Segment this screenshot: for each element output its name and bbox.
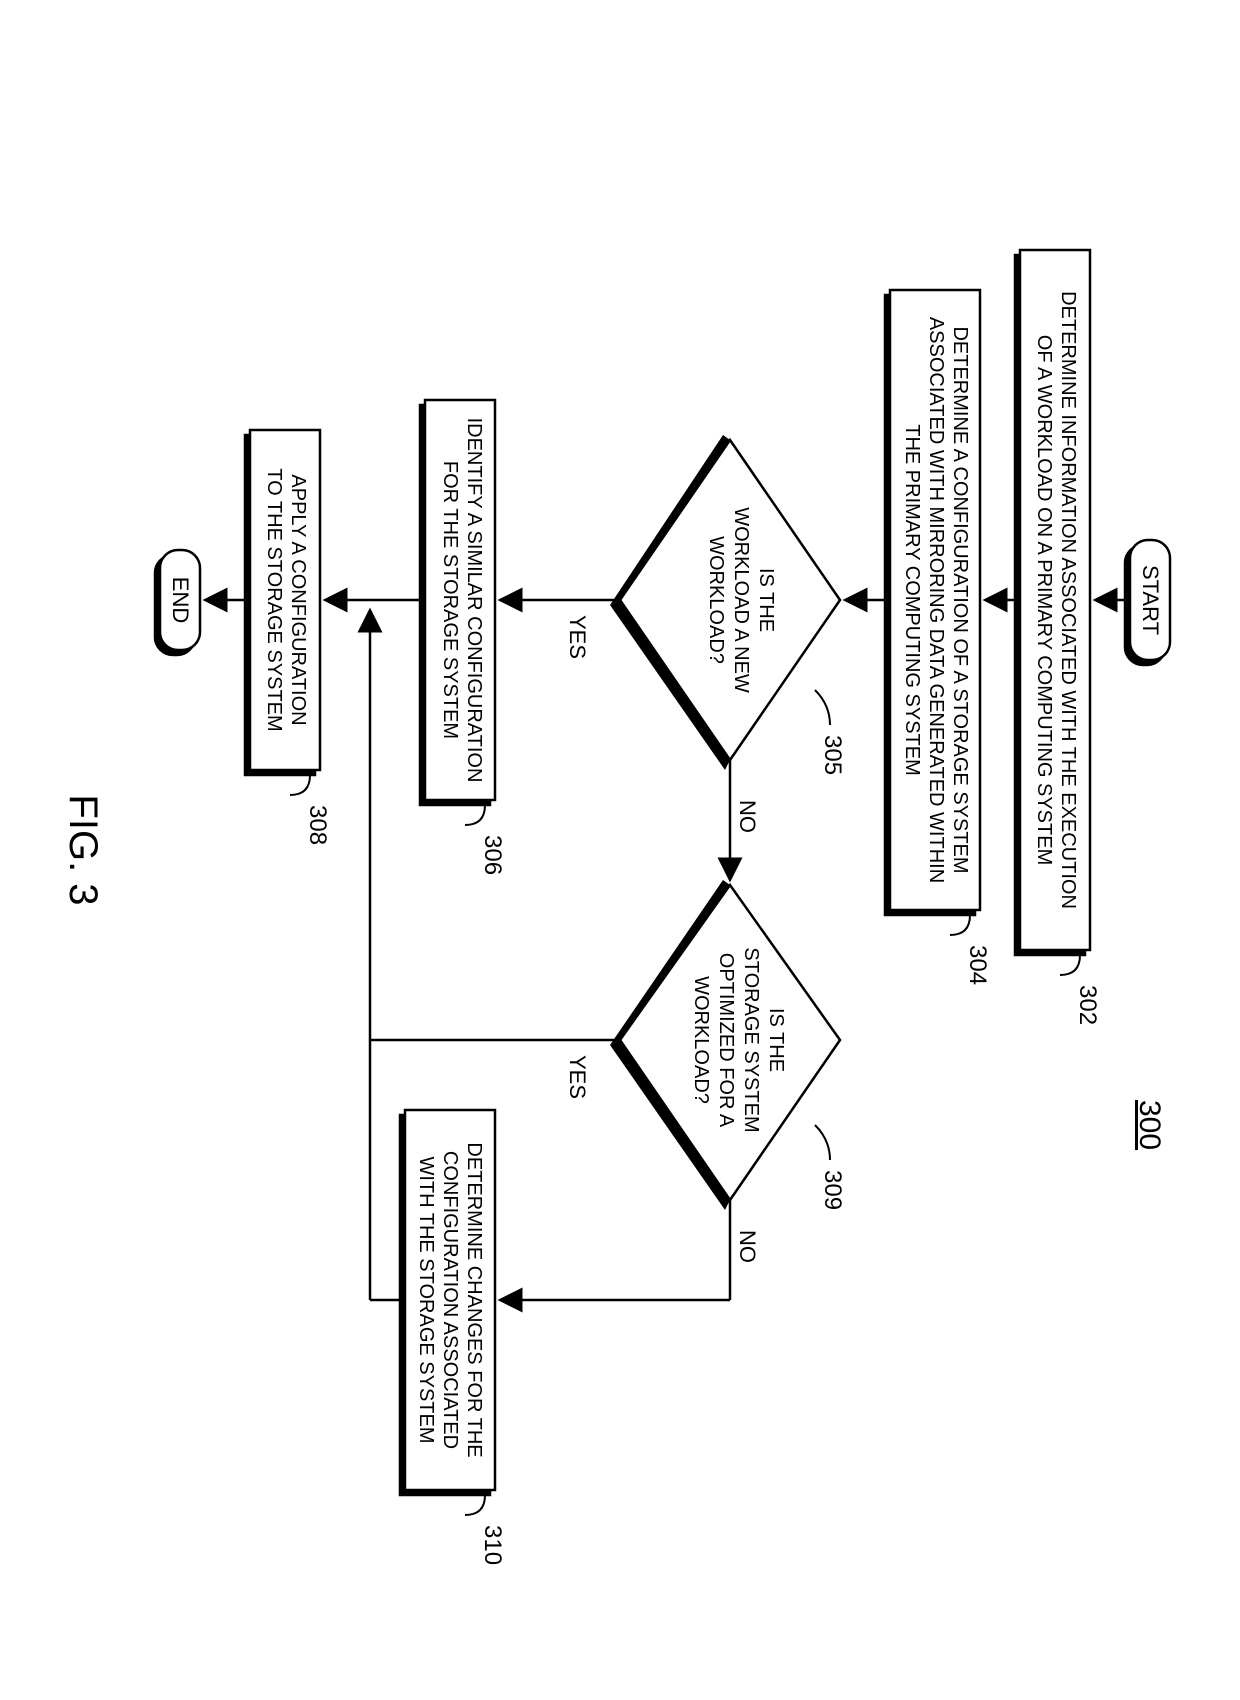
- end-label: END: [168, 577, 193, 623]
- step-308-l2: TO THE STORAGE SYSTEM: [263, 468, 285, 731]
- step-306-l1: IDENTIFY A SIMILAR CONFIGURATION: [463, 418, 485, 783]
- label-304: 304: [964, 945, 991, 985]
- label-306: 306: [479, 835, 506, 875]
- dec305-l3: WORKLOAD?: [705, 536, 727, 664]
- label-302: 302: [1074, 985, 1101, 1025]
- leader-305: [815, 690, 830, 725]
- dec309-l3: OPTIMIZED FOR A: [715, 953, 737, 1128]
- step-302-line1: DETERMINE INFORMATION ASSOCIATED WITH TH…: [1057, 291, 1079, 909]
- leader-306: [465, 805, 485, 825]
- leader-308: [290, 775, 310, 795]
- page: 300 START DETERMINE INFORMATION ASSOCIAT…: [0, 0, 1240, 1699]
- label-310: 310: [479, 1525, 506, 1565]
- figure-caption: FIG. 3: [61, 794, 105, 905]
- step-310-l3: WITH THE STORAGE SYSTEM: [415, 1156, 437, 1443]
- flowchart-svg: 300 START DETERMINE INFORMATION ASSOCIAT…: [20, 0, 1220, 1700]
- leader-302: [1060, 955, 1080, 975]
- step-310-l1: DETERMINE CHANGES FOR THE: [463, 1142, 485, 1457]
- label-309: 309: [819, 1170, 846, 1210]
- dec309-l1: IS THE: [765, 1008, 787, 1072]
- start-label: START: [1138, 565, 1163, 635]
- dec305-l1: IS THE: [755, 568, 777, 632]
- leader-309: [815, 1125, 830, 1160]
- label-309-yes: YES: [565, 1055, 590, 1099]
- label-305-no: NO: [735, 800, 760, 833]
- step-310-l2: CONFIGURATION ASSOCIATED: [439, 1151, 461, 1449]
- leader-310: [465, 1495, 485, 1515]
- step-306-l2: FOR THE STORAGE SYSTEM: [439, 461, 461, 739]
- dec305-l2: WORKLOAD A NEW: [730, 507, 752, 693]
- step-308-l1: APPLY A CONFIGURATION: [287, 474, 309, 725]
- step-302: [1020, 250, 1090, 950]
- label-308: 308: [304, 805, 331, 845]
- label-305-yes: YES: [565, 615, 590, 659]
- figure-number: 300: [1133, 1100, 1166, 1150]
- step-304-line1: DETERMINE A CONFIGURATION OF A STORAGE S…: [949, 326, 971, 873]
- leader-304: [950, 915, 970, 935]
- step-302-line2: OF A WORKLOAD ON A PRIMARY COMPUTING SYS…: [1033, 335, 1055, 865]
- rotated-canvas: 300 START DETERMINE INFORMATION ASSOCIAT…: [20, 0, 1220, 1700]
- step-308: [250, 430, 320, 770]
- step-304-line3: THE PRIMARY COMPUTING SYSTEM: [901, 424, 923, 776]
- dec309-l4: WORKLOAD?: [690, 976, 712, 1104]
- label-309-no: NO: [735, 1230, 760, 1263]
- dec309-l2: STORAGE SYSTEM: [740, 947, 762, 1132]
- label-305: 305: [819, 735, 846, 775]
- step-304-line2: ASSOCIATED WITH MIRRORING DATA GENERATED…: [925, 317, 947, 883]
